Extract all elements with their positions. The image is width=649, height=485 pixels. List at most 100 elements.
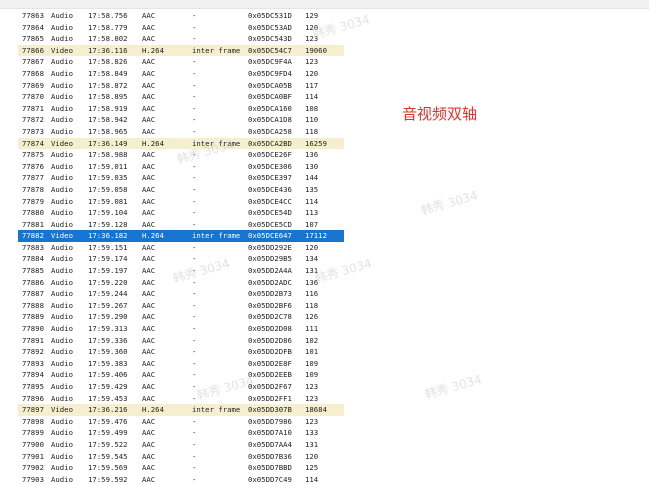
audio-packet-row[interactable]: 77881 Audio 17:59.128 AAC - 0x05DCE5CD 107 bbox=[18, 219, 344, 231]
audio-packet-row[interactable]: 77889 Audio 17:59.290 AAC - 0x05DD2C78 126 bbox=[18, 311, 344, 323]
packet-frame-type: inter frame bbox=[192, 45, 241, 55]
audio-packet-row[interactable]: 77869 Audio 17:58.872 AAC - 0x05DCA05B 117 bbox=[18, 80, 344, 92]
packet-offset: 0x05DCA258 bbox=[248, 126, 292, 136]
audio-packet-row[interactable]: 77879 Audio 17:59.081 AAC - 0x05DCE4CC 114 bbox=[18, 196, 344, 208]
video-packet-row[interactable]: 77897 Video 17:36.216 H.264 inter frame 0x05D… bbox=[18, 404, 344, 416]
video-packet-row[interactable]: 77882 Video 17:36.182 H.264 inter frame 0x05D… bbox=[18, 230, 344, 242]
packet-frame-type: - bbox=[192, 451, 197, 461]
audio-packet-row[interactable]: 77865 Audio 17:58.802 AAC - 0x05DC543D 123 bbox=[18, 33, 344, 45]
packet-frame-type: - bbox=[192, 80, 197, 90]
audio-packet-row[interactable]: 77878 Audio 17:59.058 AAC - 0x05DCE436 135 bbox=[18, 184, 344, 196]
packet-size: 125 bbox=[305, 463, 319, 473]
packet-offset: 0x05DCA05B bbox=[248, 80, 292, 90]
packet-timestamp: 17:59.128 bbox=[88, 219, 128, 229]
packet-type: Audio bbox=[51, 324, 73, 334]
audio-packet-row[interactable]: 77885 Audio 17:59.197 AAC - 0x05DD2A4A 131 bbox=[18, 265, 344, 277]
audio-packet-row[interactable]: 77894 Audio 17:59.406 AAC - 0x05DD2EEB 109 bbox=[18, 369, 344, 381]
audio-packet-row[interactable]: 77892 Audio 17:59.360 AAC - 0x05DD2DFB 101 bbox=[18, 346, 344, 358]
packet-codec: AAC bbox=[142, 347, 156, 357]
packet-size: 117 bbox=[305, 80, 319, 90]
packet-size: 134 bbox=[305, 254, 319, 264]
packet-codec: AAC bbox=[142, 34, 156, 44]
packet-frame-type: - bbox=[192, 196, 197, 206]
packet-size: 123 bbox=[305, 57, 319, 67]
packet-codec: AAC bbox=[142, 358, 156, 368]
audio-packet-row[interactable]: 77900 Audio 17:59.522 AAC - 0x05DD7AA4 131 bbox=[18, 439, 344, 451]
packet-number: 77875 bbox=[22, 150, 44, 160]
packet-frame-type: - bbox=[192, 370, 197, 380]
audio-packet-row[interactable]: 77890 Audio 17:59.313 AAC - 0x05DD2D08 111 bbox=[18, 323, 344, 335]
audio-packet-row[interactable]: 77903 Audio 17:59.592 AAC - 0x05DD7C49 114 bbox=[18, 474, 344, 485]
audio-packet-row[interactable]: 77875 Audio 17:58.988 AAC - 0x05DCE26F 136 bbox=[18, 149, 344, 161]
packet-size: 107 bbox=[305, 219, 319, 229]
packet-timestamp: 17:36.182 bbox=[88, 231, 128, 241]
packet-offset: 0x05DD7BBD bbox=[248, 463, 292, 473]
packet-codec: H.264 bbox=[142, 405, 164, 415]
packet-timestamp: 17:36.116 bbox=[88, 45, 128, 55]
audio-packet-row[interactable]: 77887 Audio 17:59.244 AAC - 0x05DD2B73 116 bbox=[18, 288, 344, 300]
audio-packet-row[interactable]: 77901 Audio 17:59.545 AAC - 0x05DD7B36 120 bbox=[18, 451, 344, 463]
window-top-strip bbox=[0, 0, 649, 9]
packet-timestamp: 17:59.569 bbox=[88, 463, 128, 473]
packet-frame-type: - bbox=[192, 57, 197, 67]
packet-frame-type: - bbox=[192, 289, 197, 299]
audio-packet-row[interactable]: 77888 Audio 17:59.267 AAC - 0x05DD2BF6 118 bbox=[18, 300, 344, 312]
audio-packet-row[interactable]: 77902 Audio 17:59.569 AAC - 0x05DD7BBD 125 bbox=[18, 462, 344, 474]
audio-packet-row[interactable]: 77868 Audio 17:58.849 AAC - 0x05DC9FD4 120 bbox=[18, 68, 344, 80]
packet-offset: 0x05DCE5CD bbox=[248, 219, 292, 229]
audio-packet-row[interactable]: 77877 Audio 17:59.035 AAC - 0x05DCE397 144 bbox=[18, 172, 344, 184]
video-packet-row[interactable]: 77874 Video 17:36.149 H.264 inter frame 0x05D… bbox=[18, 137, 344, 150]
packet-number: 77879 bbox=[22, 196, 44, 206]
audio-packet-row[interactable]: 77863 Audio 17:58.756 AAC - 0x05DC531D 129 bbox=[18, 10, 344, 22]
packet-frame-type: - bbox=[192, 22, 197, 32]
audio-packet-row[interactable]: 77895 Audio 17:59.429 AAC - 0x05DD2F67 123 bbox=[18, 381, 344, 393]
audio-packet-row[interactable]: 77899 Audio 17:59.499 AAC - 0x05DD7A10 133 bbox=[18, 427, 344, 439]
packet-size: 102 bbox=[305, 335, 319, 345]
audio-packet-row[interactable]: 77891 Audio 17:59.336 AAC - 0x05DD2D86 102 bbox=[18, 335, 344, 347]
packet-type: Audio bbox=[51, 196, 73, 206]
audio-packet-row[interactable]: 77864 Audio 17:58.779 AAC - 0x05DC53AD 120 bbox=[18, 22, 344, 34]
audio-packet-row[interactable]: 77886 Audio 17:59.220 AAC - 0x05DD2ADC 136 bbox=[18, 277, 344, 289]
packet-frame-type: - bbox=[192, 358, 197, 368]
audio-packet-row[interactable]: 77876 Audio 17:59.011 AAC - 0x05DCE306 130 bbox=[18, 161, 344, 173]
audio-packet-row[interactable]: 77898 Audio 17:59.476 AAC - 0x05DD7986 123 bbox=[18, 416, 344, 428]
audio-packet-row[interactable]: 77873 Audio 17:58.965 AAC - 0x05DCA258 118 bbox=[18, 126, 344, 138]
packet-frame-type: - bbox=[192, 126, 197, 136]
audio-packet-row[interactable]: 77872 Audio 17:58.942 AAC - 0x05DCA1D8 110 bbox=[18, 114, 344, 126]
packet-codec: H.264 bbox=[142, 45, 164, 55]
packet-number: 77876 bbox=[22, 161, 44, 171]
packet-number: 77873 bbox=[22, 126, 44, 136]
packet-number: 77878 bbox=[22, 184, 44, 194]
audio-packet-row[interactable]: 77880 Audio 17:59.104 AAC - 0x05DCE54D 113 bbox=[18, 207, 344, 219]
audio-packet-row[interactable]: 77896 Audio 17:59.453 AAC - 0x05DD2FF1 123 bbox=[18, 393, 344, 405]
packet-size: 120 bbox=[305, 68, 319, 78]
audio-packet-row[interactable]: 77893 Audio 17:59.383 AAC - 0x05DD2E8F 109 bbox=[18, 358, 344, 370]
audio-packet-row[interactable]: 77884 Audio 17:59.174 AAC - 0x05DD29B5 134 bbox=[18, 253, 344, 265]
packet-codec: AAC bbox=[142, 382, 156, 391]
packet-type: Video bbox=[51, 231, 73, 241]
packet-frame-type: - bbox=[192, 347, 197, 357]
packet-timestamp: 17:58.756 bbox=[88, 11, 128, 20]
packet-frame-type: - bbox=[192, 416, 197, 426]
packet-offset: 0x05DCA0BF bbox=[248, 92, 292, 102]
packet-number: 77901 bbox=[22, 451, 44, 461]
packet-codec: AAC bbox=[142, 173, 156, 183]
packet-frame-type: - bbox=[192, 428, 197, 438]
packet-offset: 0x05DD2EEB bbox=[248, 370, 292, 380]
packet-codec: AAC bbox=[142, 428, 156, 438]
audio-packet-row[interactable]: 77883 Audio 17:59.151 AAC - 0x05DD292E 120 bbox=[18, 242, 344, 254]
audio-packet-row[interactable]: 77871 Audio 17:58.919 AAC - 0x05DCA160 108 bbox=[18, 103, 344, 115]
packet-type: Audio bbox=[51, 335, 73, 345]
packet-number: 77890 bbox=[22, 324, 44, 334]
audio-packet-row[interactable]: 77867 Audio 17:58.826 AAC - 0x05DC9F4A 123 bbox=[18, 56, 344, 68]
packet-type: Audio bbox=[51, 289, 73, 299]
packet-timestamp: 17:59.035 bbox=[88, 173, 128, 183]
packet-frame-type: - bbox=[192, 266, 197, 276]
packet-size: 130 bbox=[305, 161, 319, 171]
packet-type: Video bbox=[51, 405, 73, 415]
packet-number: 77865 bbox=[22, 34, 44, 44]
audio-packet-row[interactable]: 77870 Audio 17:58.895 AAC - 0x05DCA0BF 114 bbox=[18, 91, 344, 103]
packet-frame-type: - bbox=[192, 382, 197, 391]
packet-type: Audio bbox=[51, 150, 73, 160]
video-packet-row[interactable]: 77866 Video 17:36.116 H.264 inter frame 0x05D… bbox=[18, 44, 344, 57]
